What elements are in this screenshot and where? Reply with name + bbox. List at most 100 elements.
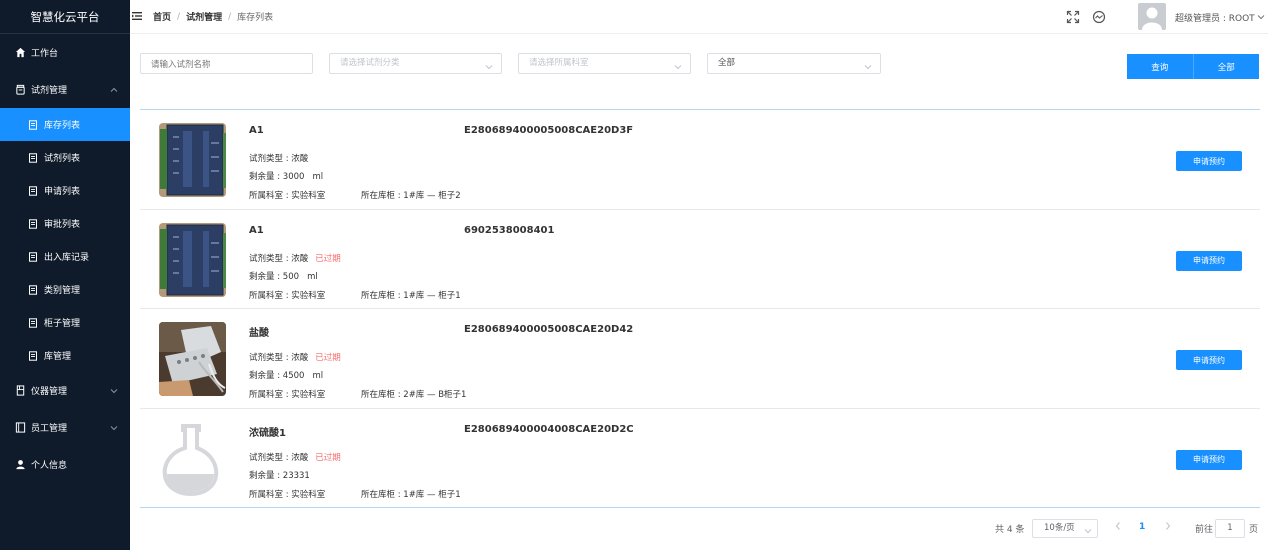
reagent-thumbnail: [159, 123, 226, 197]
page-size-select[interactable]: 10条/页: [1032, 519, 1098, 538]
reagent-type-value: 浓酸: [291, 353, 309, 363]
reagent-remaining-value: 23331: [282, 470, 310, 481]
expired-badge: 已过期: [315, 353, 341, 363]
status-select-value: 全部: [718, 58, 736, 68]
sidebar-item-label: 个人信息: [31, 461, 68, 471]
reagent-cabinet-value: 1#库 — 柜子1: [403, 489, 461, 500]
prev-page-icon[interactable]: [1114, 521, 1122, 534]
sidebar-item-personal-info[interactable]: 个人信息: [0, 446, 130, 483]
goto-label: 前往: [1195, 525, 1214, 535]
document-icon: [28, 350, 38, 361]
reagent-remaining-unit: ml: [307, 271, 318, 282]
expired-badge: 已过期: [315, 452, 341, 463]
document-icon: [28, 119, 38, 130]
reagent-remaining-value: 500: [282, 271, 300, 282]
apply-reservation-button[interactable]: 申请预约: [1176, 250, 1242, 271]
category-select[interactable]: 请选择试剂分类: [329, 53, 502, 74]
sidebar-subitem-application-list[interactable]: 申请列表: [0, 174, 130, 207]
reagent-name: 盐酸: [249, 328, 269, 339]
sidebar-item-reagent-management[interactable]: 试剂管理: [0, 71, 130, 108]
sidebar-item-instrument-management[interactable]: 仪器管理: [0, 372, 130, 409]
inventory-item: 盐酸 E280689400005008CAE20D42 试剂类型 : 浓酸 已过期…: [140, 309, 1260, 409]
sidebar-item-label: 员工管理: [31, 424, 68, 434]
page-number-current[interactable]: 1: [1139, 522, 1145, 532]
sidebar-subitem-stock-records[interactable]: 出入库记录: [0, 240, 130, 273]
apply-reservation-button[interactable]: 申请预约: [1176, 350, 1242, 370]
top-header: 首页 / 试剂管理 / 库存列表 超级管理员 : ROOT: [130, 0, 1268, 34]
reagent-remaining-unit: ml: [312, 172, 324, 182]
sidebar-subitem-cabinet-management[interactable]: 柜子管理: [0, 306, 130, 339]
reagent-lab: 所属科室 : 实验科室: [249, 289, 325, 301]
apply-reservation-button[interactable]: 申请预约: [1176, 151, 1242, 171]
sidebar-subitem-reagent-list[interactable]: 试剂列表: [0, 141, 130, 174]
reagent-remaining: 剩余量 : 500 ml: [249, 270, 318, 282]
avatar[interactable]: [1138, 3, 1166, 30]
reagent-thumbnail: [159, 322, 226, 396]
page-suffix: 页: [1249, 525, 1259, 535]
reagent-lab-value: 实验科室: [291, 489, 326, 500]
lab-select[interactable]: 请选择所属科室: [518, 53, 691, 74]
reagent-lab-label: 所属科室 :: [249, 191, 289, 201]
sidebar-item-label: 仪器管理: [31, 387, 68, 397]
breadcrumb-current: 库存列表: [237, 13, 274, 23]
reagent-remaining-value: 4500: [282, 371, 305, 381]
reagent-cabinet: 所在库柜 : 1#库 — 柜子1: [361, 289, 461, 301]
reagent-lab-value: 实验科室: [291, 191, 326, 201]
breadcrumb-separator: /: [177, 11, 181, 22]
sidebar-item-dashboard[interactable]: 工作台: [0, 34, 130, 71]
reagent-remaining: 剩余量 : 4500 ml: [249, 369, 323, 381]
reagent-lab: 所属科室 : 实验科室: [249, 189, 325, 201]
sidebar-subitem-label: 库存列表: [44, 121, 81, 131]
reagent-name: A1: [249, 224, 264, 236]
inventory-list: A1 E280689400005008CAE20D3F 试剂类型 : 浓酸 剩余…: [140, 109, 1260, 508]
reagent-type-value: 浓酸: [291, 154, 309, 164]
reagent-remaining-label: 剩余量 :: [249, 271, 281, 282]
page-size-value: 10条/页: [1044, 523, 1075, 533]
expired-badge: 已过期: [315, 253, 341, 264]
reagent-thumbnail: [159, 222, 226, 297]
reagent-remaining-unit: ml: [312, 371, 324, 381]
reagent-name-input[interactable]: [140, 53, 313, 74]
next-page-icon[interactable]: [1164, 521, 1172, 534]
document-icon: [28, 284, 38, 295]
sidebar-item-label: 试剂管理: [31, 86, 68, 96]
reagent-remaining: 剩余量 : 23331: [249, 469, 310, 481]
reagent-remaining-value: 3000: [282, 172, 305, 182]
chevron-down-icon: [674, 60, 682, 70]
menu-toggle-icon[interactable]: [132, 11, 142, 21]
sidebar-subitem-label: 柜子管理: [44, 319, 81, 329]
query-button[interactable]: 查询: [1127, 54, 1193, 79]
breadcrumb-reagent-management[interactable]: 试剂管理: [186, 10, 222, 23]
chevron-down-icon[interactable]: [1257, 13, 1265, 21]
sidebar-subitem-inventory-list[interactable]: 库存列表: [0, 108, 130, 141]
reagent-lab-label: 所属科室 :: [249, 489, 289, 500]
sidebar-subitem-category-management[interactable]: 类别管理: [0, 273, 130, 306]
sidebar-item-staff-management[interactable]: 员工管理: [0, 409, 130, 446]
reagent-cabinet: 所在库柜 : 1#库 — 柜子2: [361, 189, 461, 201]
reagent-cabinet-value: 1#库 — 柜子2: [403, 191, 461, 201]
theme-icon[interactable]: [1092, 10, 1106, 24]
sidebar-subitem-approval-list[interactable]: 审批列表: [0, 207, 130, 240]
user-name[interactable]: 超级管理员 : ROOT: [1175, 11, 1255, 24]
apply-reservation-button[interactable]: 申请预约: [1176, 449, 1242, 470]
reagent-code: 6902538008401: [464, 224, 555, 236]
user-icon: [14, 459, 26, 471]
status-select[interactable]: 全部: [707, 53, 881, 74]
show-all-button[interactable]: 全部: [1192, 54, 1259, 79]
inventory-item: 浓硫酸1 E280689400004008CAE20D2C 试剂类型 : 浓酸已…: [140, 409, 1260, 508]
app-logo-title: 智慧化云平台: [0, 0, 130, 34]
fullscreen-icon[interactable]: [1066, 10, 1080, 24]
breadcrumb-home[interactable]: 首页: [153, 10, 171, 23]
sidebar-subitem-warehouse-management[interactable]: 库管理: [0, 339, 130, 372]
home-icon: [14, 47, 26, 59]
goto-page-input[interactable]: 1: [1215, 519, 1245, 538]
reagent-type: 试剂类型 : 浓酸: [249, 152, 308, 164]
sidebar-subitem-label: 出入库记录: [44, 253, 90, 263]
reagent-type: 试剂类型 : 浓酸 已过期: [249, 252, 341, 264]
reagent-type-value: 浓酸: [291, 452, 309, 463]
breadcrumb: 首页 / 试剂管理 / 库存列表: [153, 10, 274, 24]
reagent-cabinet: 所在库柜 : 1#库 — 柜子1: [361, 488, 461, 500]
reagent-type-label: 试剂类型 :: [249, 154, 289, 164]
reagent-code: E280689400005008CAE20D42: [464, 324, 634, 335]
reagent-thumbnail: [159, 421, 226, 496]
